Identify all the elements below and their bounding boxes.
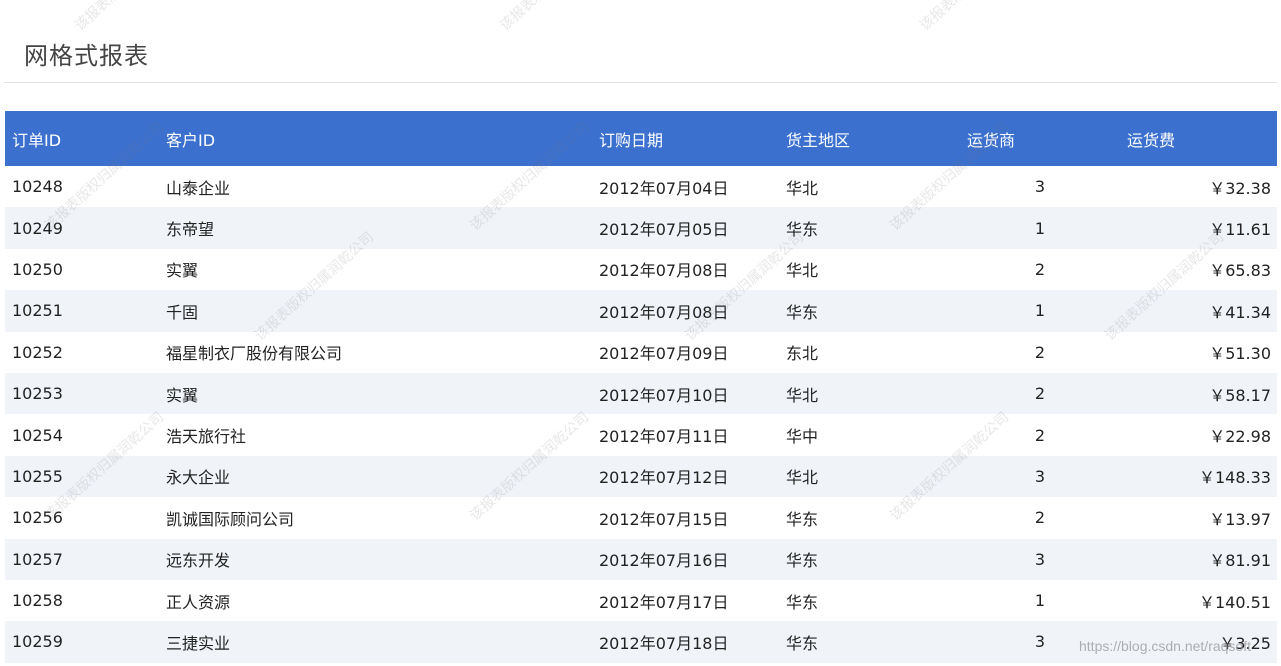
cell-ship-region: 华东 xyxy=(786,592,819,612)
report-page: 网格式报表 订单ID 客户ID 订购日期 货主地区 运货商 运货费 10248 … xyxy=(0,0,1281,666)
table-row: 10256 凯诚国际顾问公司 2012年07月15日 华东 2 ￥13.97 xyxy=(5,497,1277,539)
cell-shipper: 3 xyxy=(1034,177,1045,197)
cell-ship-region: 华东 xyxy=(786,633,819,653)
column-header-order-id[interactable]: 订单ID xyxy=(12,111,152,166)
column-header-customer-id[interactable]: 客户ID xyxy=(166,111,566,166)
cell-customer-id: 实翼 xyxy=(166,385,199,405)
cell-freight: ￥32.38 xyxy=(1209,178,1271,198)
copyright-watermark: 该报表版权归属润乾公司 xyxy=(915,0,1043,35)
table-row: 10253 实翼 2012年07月10日 华北 2 ￥58.17 xyxy=(5,372,1277,415)
cell-order-id: 10257 xyxy=(12,549,63,569)
cell-customer-id: 远东开发 xyxy=(166,551,231,571)
column-header-shipper[interactable]: 运货商 xyxy=(967,111,1067,166)
cell-shipper: 2 xyxy=(1034,259,1045,279)
table-row: 10255 永大企业 2012年07月12日 华北 3 ￥148.33 xyxy=(5,455,1277,498)
cell-order-date: 2012年07月12日 xyxy=(599,468,729,488)
cell-shipper: 2 xyxy=(1034,384,1045,404)
cell-freight: ￥148.33 xyxy=(1199,468,1271,488)
cell-ship-region: 华北 xyxy=(786,385,819,405)
cell-customer-id: 福星制衣厂股份有限公司 xyxy=(166,344,343,364)
cell-order-date: 2012年07月04日 xyxy=(599,178,729,198)
cell-customer-id: 千固 xyxy=(166,302,199,322)
table-row: 10248 山泰企业 2012年07月04日 华北 3 ￥32.38 xyxy=(5,166,1277,208)
cell-freight: ￥140.51 xyxy=(1199,592,1271,612)
cell-order-date: 2012年07月10日 xyxy=(599,385,729,405)
cell-order-date: 2012年07月11日 xyxy=(599,427,729,447)
cell-order-id: 10249 xyxy=(12,218,63,238)
cell-ship-region: 华北 xyxy=(786,261,819,281)
cell-order-date: 2012年07月15日 xyxy=(599,509,729,529)
cell-order-date: 2012年07月08日 xyxy=(599,302,729,322)
column-header-freight[interactable]: 运货费 xyxy=(1127,111,1227,166)
cell-customer-id: 永大企业 xyxy=(166,468,231,488)
cell-shipper: 1 xyxy=(1034,591,1045,611)
table-row: 10251 千固 2012年07月08日 华东 1 ￥41.34 xyxy=(5,290,1277,332)
table-row: 10249 东帝望 2012年07月05日 华东 1 ￥11.61 xyxy=(5,207,1277,249)
cell-customer-id: 山泰企业 xyxy=(166,178,231,198)
cell-order-date: 2012年07月05日 xyxy=(599,220,729,240)
cell-order-id: 10255 xyxy=(12,466,63,486)
cell-order-id: 10248 xyxy=(12,177,63,197)
cell-shipper: 3 xyxy=(1034,549,1045,569)
table-row: 10252 福星制衣厂股份有限公司 2012年07月09日 东北 2 ￥51.3… xyxy=(5,331,1277,373)
table-row: 10254 浩天旅行社 2012年07月11日 华中 2 ￥22.98 xyxy=(5,414,1277,456)
cell-order-id: 10253 xyxy=(12,384,63,404)
table-row: 10250 实翼 2012年07月08日 华北 2 ￥65.83 xyxy=(5,248,1277,291)
cell-ship-region: 华东 xyxy=(786,220,819,240)
cell-freight: ￥65.83 xyxy=(1209,261,1271,281)
source-watermark: https://blog.csdn.net/raqsoft xyxy=(1079,638,1251,654)
cell-customer-id: 浩天旅行社 xyxy=(166,427,247,447)
cell-ship-region: 华北 xyxy=(786,178,819,198)
cell-customer-id: 东帝望 xyxy=(166,220,215,240)
cell-order-id: 10256 xyxy=(12,508,63,528)
cell-shipper: 3 xyxy=(1034,632,1045,652)
cell-shipper: 1 xyxy=(1034,301,1045,321)
cell-freight: ￥22.98 xyxy=(1209,427,1271,447)
cell-freight: ￥11.61 xyxy=(1209,220,1271,240)
table-row: 10257 远东开发 2012年07月16日 华东 3 ￥81.91 xyxy=(5,538,1277,580)
grid-report-table: 订单ID 客户ID 订购日期 货主地区 运货商 运货费 10248 山泰企业 2… xyxy=(5,111,1277,663)
cell-freight: ￥81.91 xyxy=(1209,551,1271,571)
cell-shipper: 2 xyxy=(1034,425,1045,445)
cell-customer-id: 凯诚国际顾问公司 xyxy=(166,509,295,529)
cell-ship-region: 东北 xyxy=(786,344,819,364)
table-row: 10258 正人资源 2012年07月17日 华东 1 ￥140.51 xyxy=(5,579,1277,622)
cell-ship-region: 华东 xyxy=(786,509,819,529)
column-header-ship-region[interactable]: 货主地区 xyxy=(786,111,906,166)
copyright-watermark: 该报表版权归属润乾公司 xyxy=(495,0,623,35)
cell-ship-region: 华中 xyxy=(786,427,819,447)
cell-order-id: 10258 xyxy=(12,591,63,611)
cell-freight: ￥51.30 xyxy=(1209,344,1271,364)
cell-shipper: 1 xyxy=(1034,218,1045,238)
cell-order-id: 10259 xyxy=(12,632,63,652)
page-title: 网格式报表 xyxy=(24,42,149,70)
cell-order-date: 2012年07月17日 xyxy=(599,592,729,612)
cell-order-date: 2012年07月09日 xyxy=(599,344,729,364)
cell-ship-region: 华东 xyxy=(786,551,819,571)
copyright-watermark: 该报表版权归属润乾公司 xyxy=(70,0,198,35)
cell-freight: ￥58.17 xyxy=(1209,385,1271,405)
cell-customer-id: 三捷实业 xyxy=(166,633,231,653)
cell-freight: ￥41.34 xyxy=(1209,302,1271,322)
title-divider xyxy=(4,82,1277,83)
cell-freight: ￥13.97 xyxy=(1209,509,1271,529)
cell-shipper: 3 xyxy=(1034,466,1045,486)
column-header-order-date[interactable]: 订购日期 xyxy=(599,111,769,166)
cell-order-id: 10250 xyxy=(12,259,63,279)
table-header-row: 订单ID 客户ID 订购日期 货主地区 运货商 运货费 xyxy=(5,111,1277,166)
cell-order-date: 2012年07月18日 xyxy=(599,633,729,653)
cell-shipper: 2 xyxy=(1034,508,1045,528)
cell-ship-region: 华北 xyxy=(786,468,819,488)
cell-order-id: 10252 xyxy=(12,342,63,362)
cell-shipper: 2 xyxy=(1034,342,1045,362)
cell-ship-region: 华东 xyxy=(786,302,819,322)
cell-order-id: 10251 xyxy=(12,301,63,321)
cell-order-id: 10254 xyxy=(12,425,63,445)
cell-order-date: 2012年07月08日 xyxy=(599,261,729,281)
cell-customer-id: 正人资源 xyxy=(166,592,231,612)
cell-customer-id: 实翼 xyxy=(166,261,199,281)
cell-order-date: 2012年07月16日 xyxy=(599,551,729,571)
